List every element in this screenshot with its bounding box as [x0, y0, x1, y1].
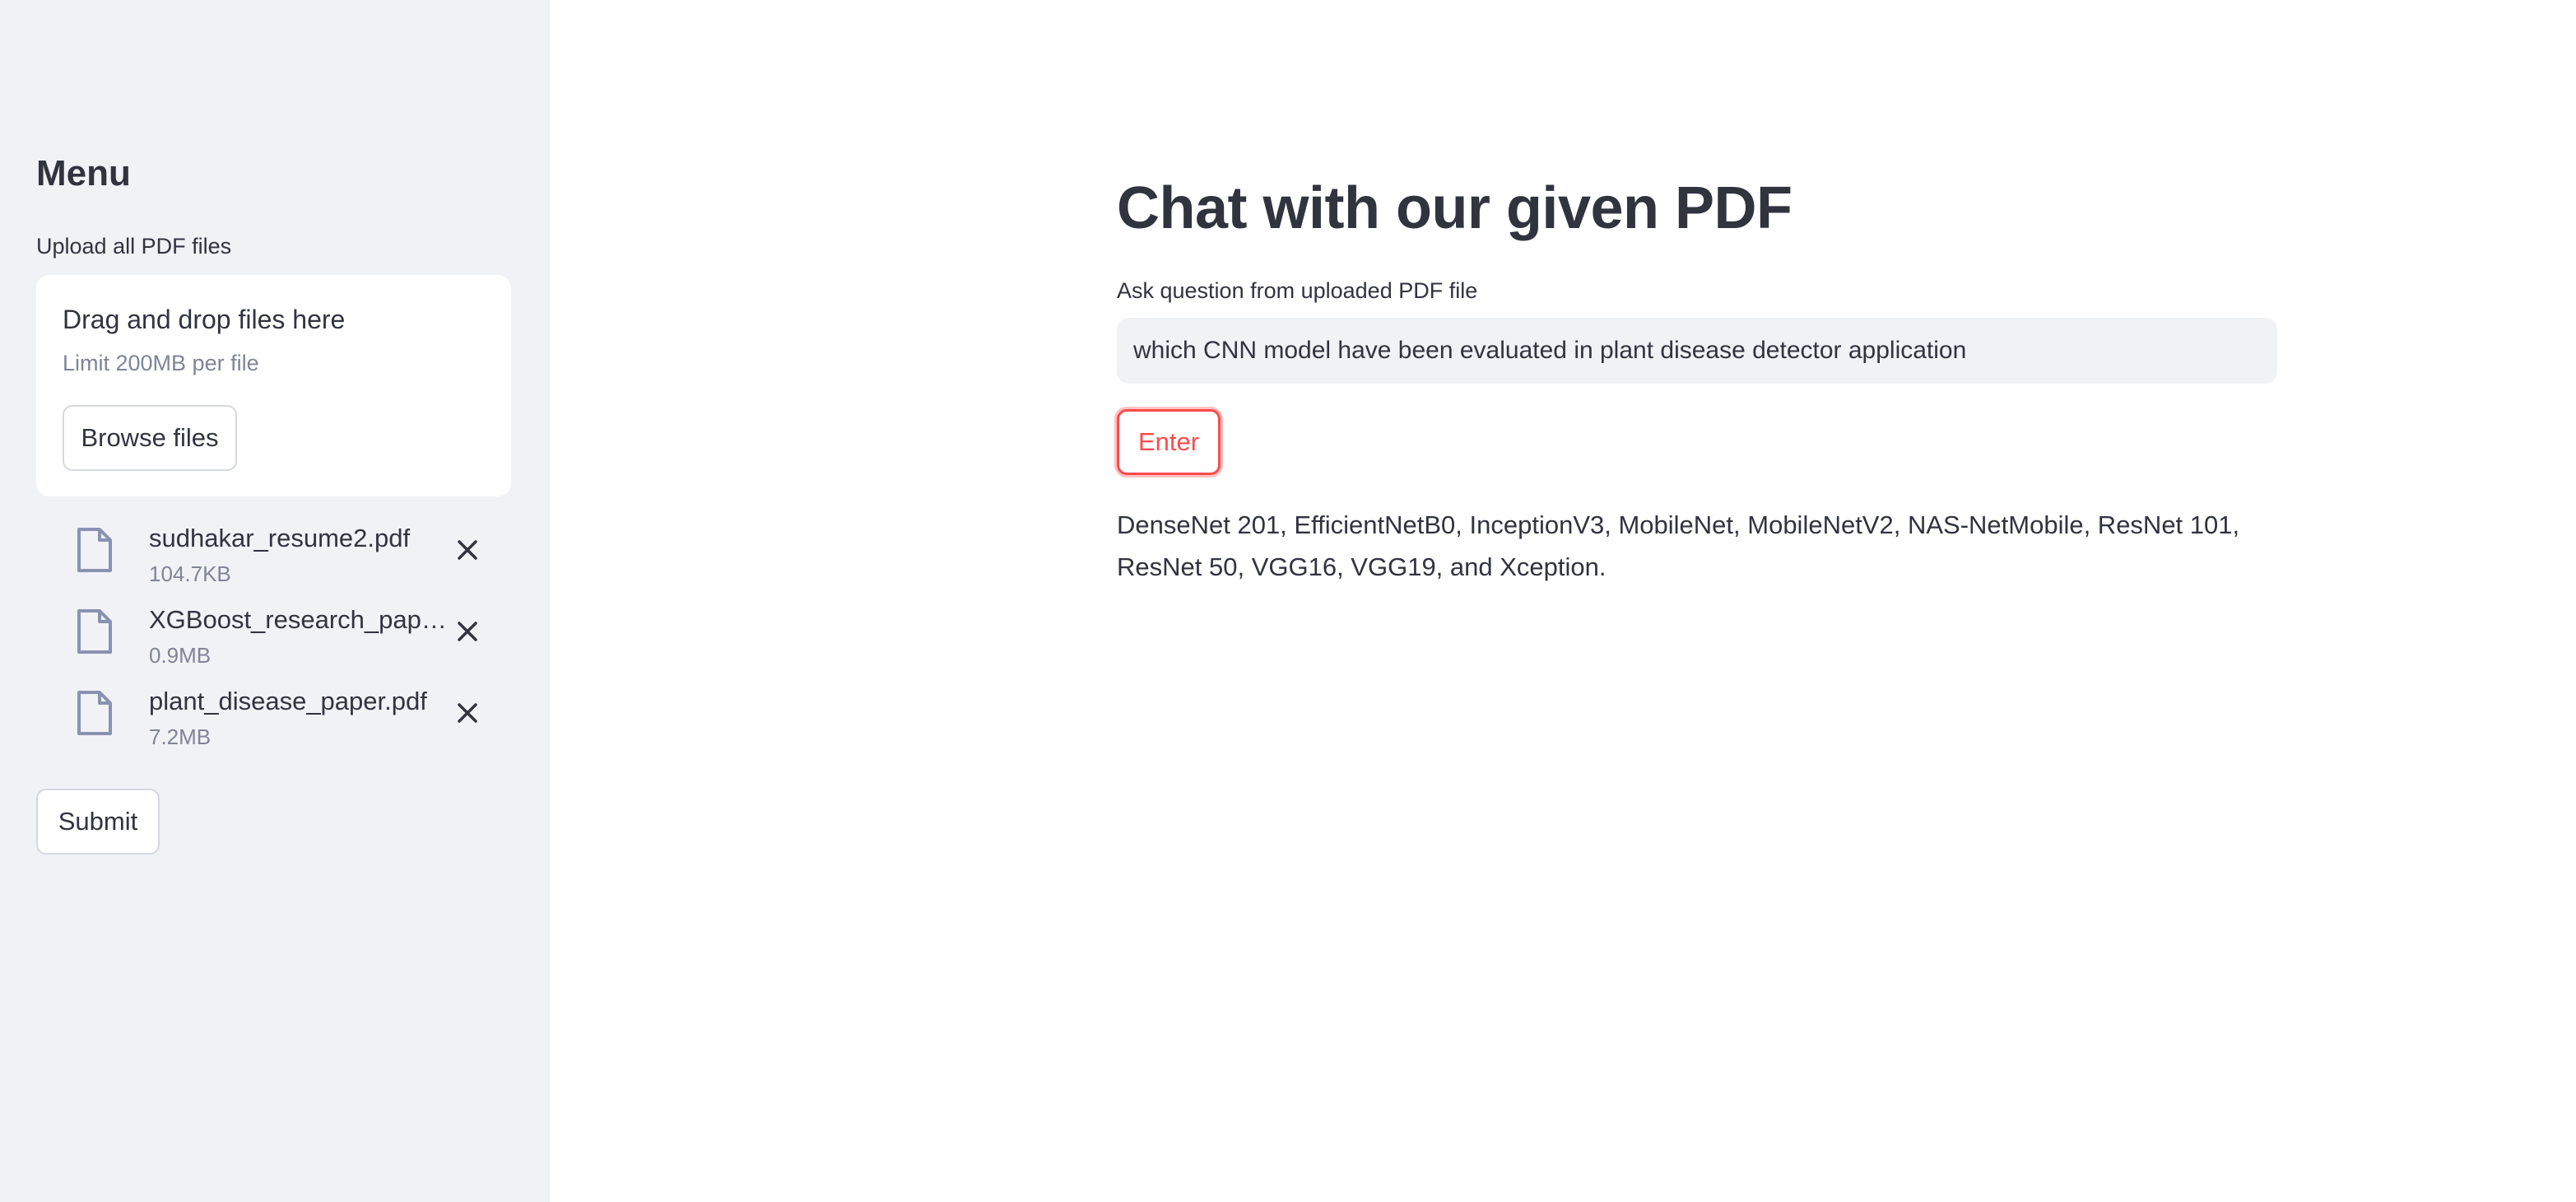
file-name: plant_disease_paper.pdf: [149, 687, 427, 715]
close-icon[interactable]: [448, 612, 487, 651]
question-label: Ask question from uploaded PDF file: [1117, 278, 1478, 303]
dropzone-title: Drag and drop files here: [63, 305, 346, 334]
uploaded-file-item: plant_disease_paper.pdf 7.2MB: [36, 680, 511, 754]
question-input[interactable]: which CNN model have been evaluated in p…: [1117, 318, 2277, 384]
sidebar: Menu Upload all PDF files Drag and drop …: [0, 0, 550, 1202]
close-icon[interactable]: [448, 530, 487, 570]
file-name: sudhakar_resume2.pdf: [149, 524, 411, 552]
uploaded-file-item: XGBoost_research_paper… 0.9MB: [36, 599, 511, 673]
dropzone-limit: Limit 200MB per file: [63, 351, 259, 375]
enter-button[interactable]: Enter: [1117, 409, 1221, 475]
uploaded-file-item: sudhakar_resume2.pdf 104.7KB: [36, 517, 511, 591]
file-size: 104.7KB: [149, 561, 231, 586]
file-size: 7.2MB: [149, 724, 212, 749]
file-icon: [76, 527, 114, 573]
file-name: XGBoost_research_paper…: [149, 605, 453, 634]
app-root: Menu Upload all PDF files Drag and drop …: [0, 0, 2576, 1202]
answer-text: DenseNet 201, EfficientNetB0, InceptionV…: [1117, 510, 2240, 581]
file-size: 0.9MB: [149, 643, 212, 668]
sidebar-title: Menu: [36, 153, 131, 193]
browse-files-button[interactable]: Browse files: [63, 405, 237, 471]
file-dropzone[interactable]: Drag and drop files here Limit 200MB per…: [36, 275, 511, 496]
upload-label: Upload all PDF files: [36, 234, 232, 259]
file-icon: [76, 608, 114, 655]
file-icon: [76, 690, 114, 736]
submit-button[interactable]: Submit: [36, 789, 160, 855]
close-icon[interactable]: [448, 693, 487, 733]
page-title: Chat with our given PDF: [1117, 175, 1793, 241]
